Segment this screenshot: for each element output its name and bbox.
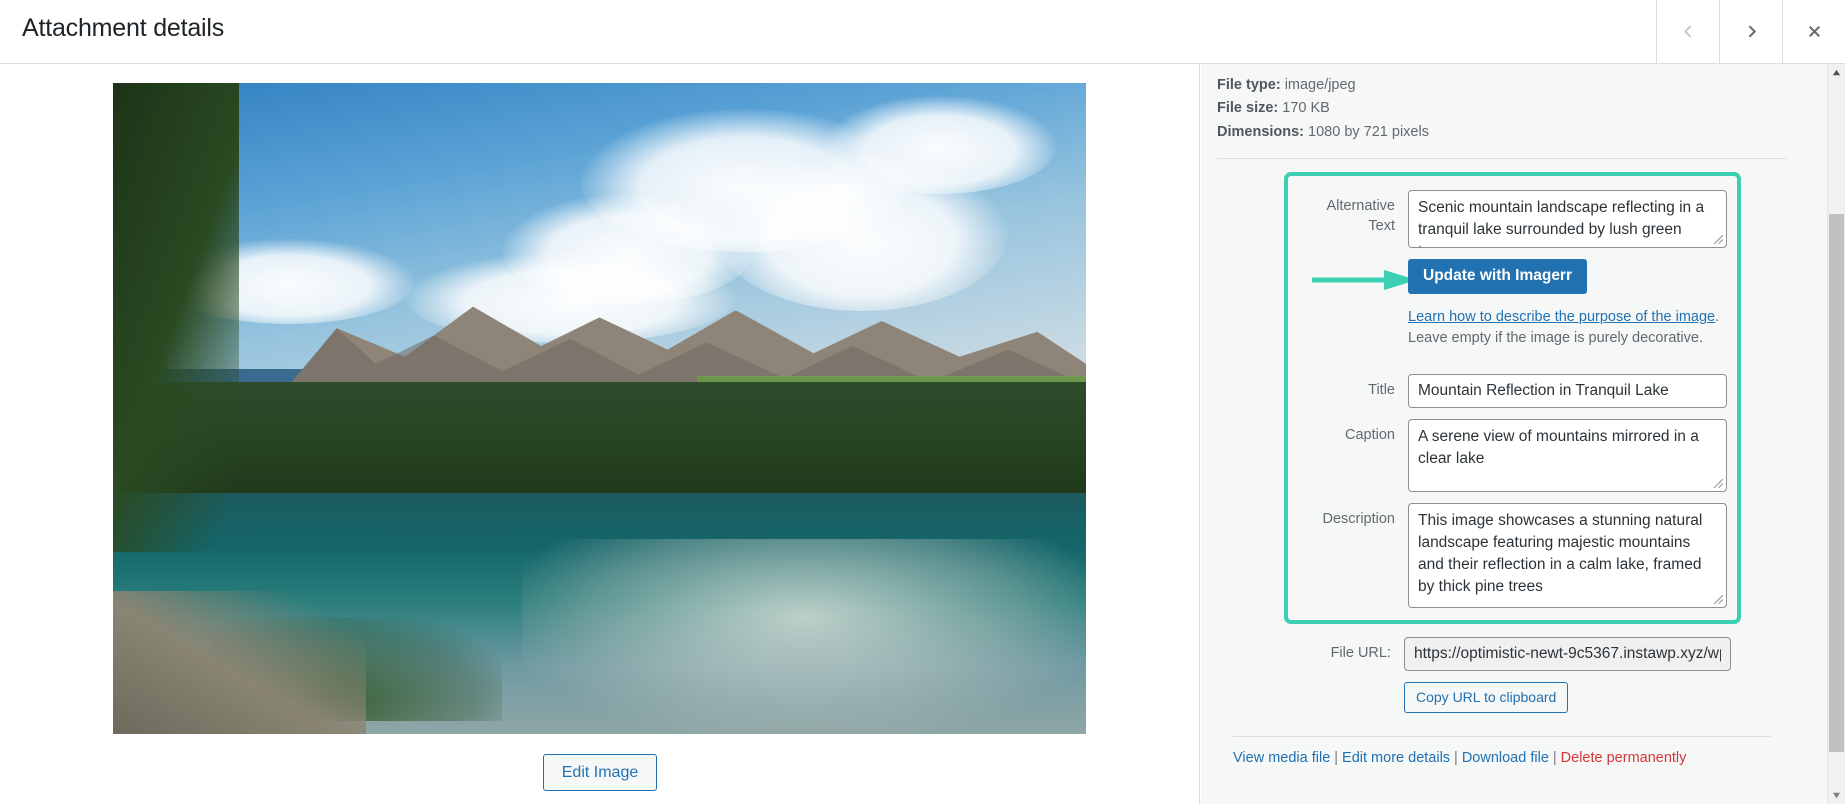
alt-text-input[interactable] [1408,190,1727,249]
previous-media-button[interactable] [1656,0,1719,63]
title-label: Title [1368,382,1395,399]
description-row: Description [1298,503,1727,609]
photo-cloud [823,96,1057,194]
description-input[interactable] [1408,503,1727,609]
alt-text-row: Alternative Text [1298,190,1727,249]
header-button-group [1656,0,1845,63]
alt-text-help: Learn how to describe the purpose of the… [1408,307,1727,349]
action-separator: | [1454,749,1458,766]
file-url-input[interactable] [1404,637,1731,672]
photo-lake-reflection [521,538,1086,734]
delete-permanently-link[interactable]: Delete permanently [1561,750,1687,766]
attachment-preview-pane: Edit Image [0,64,1200,804]
title-input[interactable] [1408,374,1727,409]
dimensions-row: Dimensions: 1080 by 721 pixels [1217,121,1787,144]
scrollbar-thumb[interactable] [1829,214,1844,752]
next-media-button[interactable] [1719,0,1782,63]
file-type-value: image/jpeg [1284,77,1356,93]
triangle-down-icon [1832,792,1841,799]
scroll-up-button[interactable] [1828,64,1845,81]
scroll-down-button[interactable] [1828,787,1845,804]
triangle-up-icon [1832,69,1841,76]
chevron-left-icon [1680,23,1697,40]
close-dialog-button[interactable] [1782,0,1845,63]
caption-input[interactable] [1408,419,1727,493]
alt-text-label: Alternative Text [1326,198,1395,235]
attachment-actions: View media file | Edit more details | Downlo… [1233,750,1787,766]
title-row: Title [1298,374,1727,409]
describe-image-link[interactable]: Learn how to describe the purpose of the… [1408,309,1715,325]
attachment-image [113,83,1086,734]
file-size-label: File size: [1217,100,1279,117]
update-with-imagerr-button[interactable]: Update with Imagerr [1408,259,1587,295]
file-size-row: File size: 170 KB [1217,97,1787,120]
close-icon [1806,23,1823,40]
alt-text-help-spacer [1298,305,1408,312]
dimensions-value: 1080 by 721 pixels [1308,123,1429,140]
page-title: Attachment details [22,14,225,42]
edit-image-row: Edit Image [0,754,1200,792]
photo-rocks [113,590,366,734]
attachment-details-modal: Attachment details Edit Image File type:… [0,0,1845,804]
file-type-label: File type: [1217,77,1281,93]
file-url-label: File URL: [1330,645,1391,662]
highlighted-settings-box: Alternative Text Scenic mountain landsca… [1284,172,1741,625]
caption-label: Caption [1345,427,1395,444]
attachment-info-pane: File type: image/jpeg File size: 170 KB … [1201,64,1827,804]
file-url-row: File URL: Copy URL to clipboard [1294,637,1731,713]
chevron-right-icon [1743,23,1760,40]
dimensions-label: Dimensions: [1217,123,1305,140]
photo-left-tree [113,83,240,552]
update-button-row: Update with Imagerr [1298,259,1727,295]
caption-row: Caption [1298,419,1727,493]
copy-url-button[interactable]: Copy URL to clipboard [1404,682,1569,713]
scenic-photo [113,83,1086,734]
description-label: Description [1322,511,1395,528]
vertical-scrollbar[interactable] [1827,64,1845,804]
download-file-link[interactable]: Download file [1462,750,1549,766]
file-size-value: 170 KB [1282,100,1330,117]
edit-more-details-link[interactable]: Edit more details [1342,750,1450,766]
view-media-file-link[interactable]: View media file [1233,750,1330,766]
divider [1217,158,1787,160]
action-separator: | [1552,749,1557,766]
alt-text-help-row: Learn how to describe the purpose of the… [1298,305,1727,363]
file-type-row: File type: image/jpeg [1217,74,1787,97]
file-url-section: File URL: Copy URL to clipboard [1284,637,1741,713]
edit-image-button[interactable]: Edit Image [542,754,658,792]
modal-header: Attachment details [0,0,1845,64]
action-separator: | [1334,749,1339,766]
actions-divider [1233,735,1771,737]
